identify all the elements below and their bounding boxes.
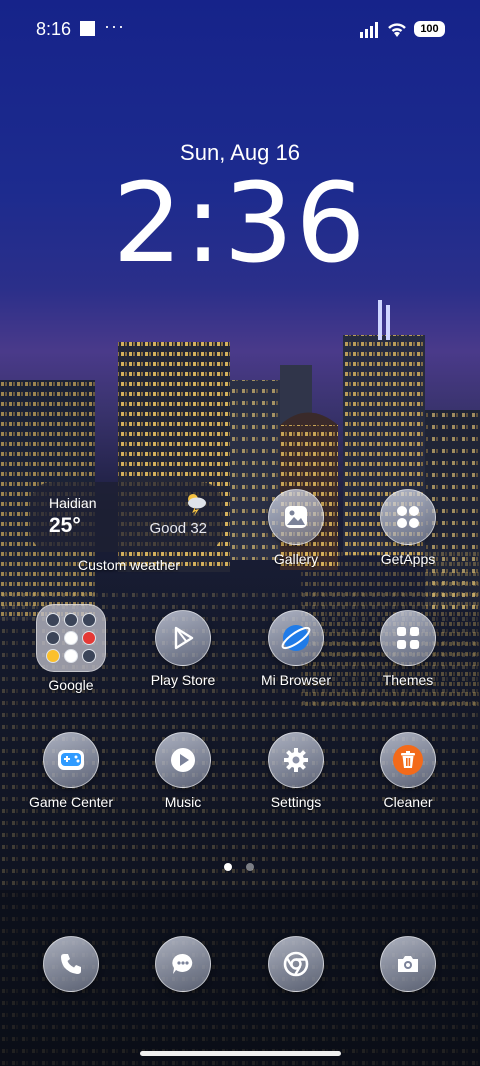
weather-air-quality: Good 32 bbox=[149, 520, 207, 537]
notification-icon bbox=[80, 21, 95, 36]
gallery-icon bbox=[268, 489, 324, 545]
signal-icon bbox=[360, 22, 378, 38]
clock-widget[interactable]: 2:36 bbox=[0, 168, 480, 278]
weather-temperature: 25° bbox=[49, 514, 81, 537]
app-label: Gallery bbox=[273, 551, 319, 567]
status-time: 8:16 bbox=[36, 19, 72, 39]
app-settings[interactable]: Settings bbox=[240, 732, 352, 810]
weather-city: Haidian bbox=[49, 495, 97, 511]
trash-icon bbox=[380, 732, 436, 788]
play-store-icon bbox=[155, 610, 211, 666]
app-label: Themes bbox=[382, 672, 434, 688]
music-icon bbox=[155, 732, 211, 788]
phone-icon bbox=[43, 936, 99, 992]
app-label: GetApps bbox=[380, 551, 436, 567]
app-mi-browser[interactable]: Mi Browser bbox=[240, 610, 352, 688]
app-label: Cleaner bbox=[383, 794, 433, 810]
app-label: Play Store bbox=[150, 672, 216, 688]
folder-icon bbox=[36, 604, 106, 672]
getapps-icon bbox=[380, 489, 436, 545]
app-label: Game Center bbox=[28, 794, 114, 810]
page-dot-active bbox=[224, 863, 232, 871]
dock-messages[interactable] bbox=[127, 936, 239, 992]
page-dot bbox=[246, 863, 254, 871]
weather-widget[interactable]: Haidian 25° Good 32 bbox=[30, 482, 223, 552]
dock-phone[interactable] bbox=[15, 936, 127, 992]
app-label: Settings bbox=[270, 794, 322, 810]
messages-icon bbox=[155, 936, 211, 992]
chrome-icon bbox=[268, 936, 324, 992]
gear-icon bbox=[268, 732, 324, 788]
app-getapps[interactable]: GetApps bbox=[352, 489, 464, 567]
app-game-center[interactable]: Game Center bbox=[15, 732, 127, 810]
home-gesture-bar[interactable] bbox=[140, 1051, 341, 1056]
gamepad-icon bbox=[43, 732, 99, 788]
dock-camera[interactable] bbox=[352, 936, 464, 992]
weather-widget-label: Custom weather bbox=[78, 557, 180, 573]
folder-google[interactable]: Google bbox=[15, 604, 127, 693]
wifi-icon bbox=[388, 23, 406, 37]
app-themes[interactable]: Themes bbox=[352, 610, 464, 688]
browser-icon bbox=[268, 610, 324, 666]
app-label: Mi Browser bbox=[260, 672, 331, 688]
app-play-store[interactable]: Play Store bbox=[127, 610, 239, 688]
more-notifications-indicator: ··· bbox=[104, 16, 125, 36]
dock-chrome[interactable] bbox=[240, 936, 352, 992]
app-label: Music bbox=[164, 794, 202, 810]
app-music[interactable]: Music bbox=[127, 732, 239, 810]
app-label: Google bbox=[48, 677, 94, 693]
app-cleaner[interactable]: Cleaner bbox=[352, 732, 464, 810]
status-bar: 8:16 ··· 100 bbox=[0, 0, 480, 60]
camera-icon bbox=[380, 936, 436, 992]
app-gallery[interactable]: Gallery bbox=[240, 489, 352, 567]
thunderstorm-icon bbox=[188, 494, 206, 516]
battery-indicator: 100 bbox=[414, 21, 445, 37]
themes-icon bbox=[380, 610, 436, 666]
